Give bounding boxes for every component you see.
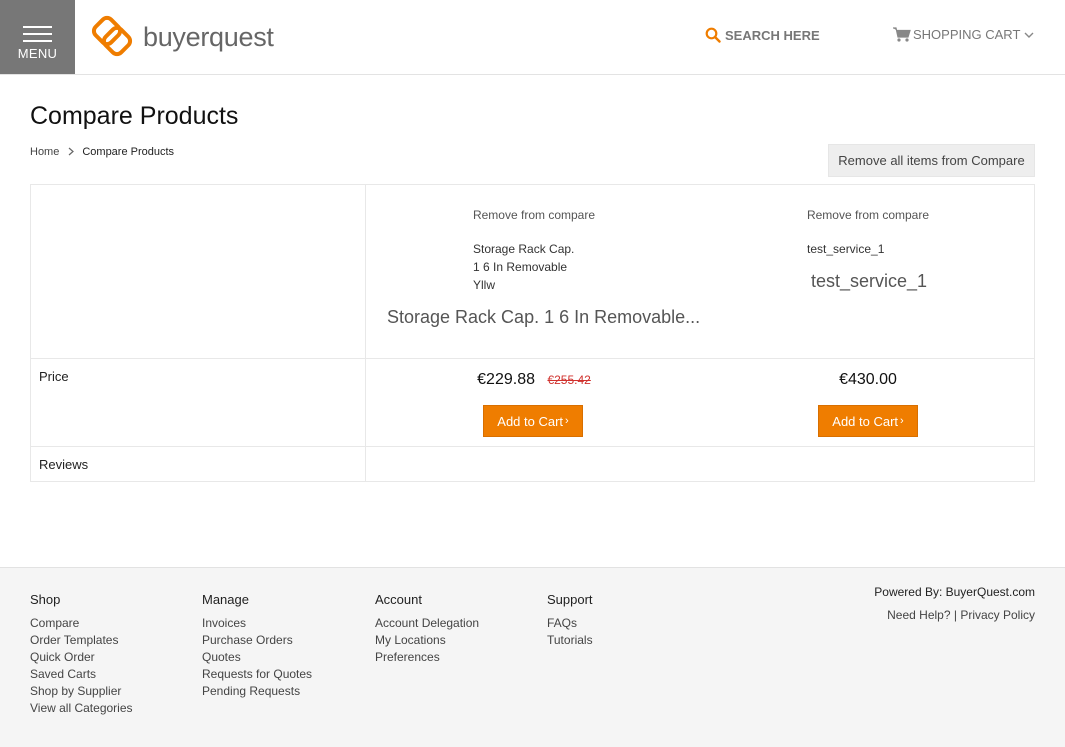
footer-link[interactable]: Quotes — [202, 649, 312, 666]
price-block: €430.00 — [701, 371, 1035, 389]
row-divider — [31, 446, 1034, 447]
chevron-down-icon — [1024, 32, 1034, 38]
product-name[interactable]: Storage Rack Cap. 1 6 In Removable... — [387, 307, 700, 328]
footer-heading: Manage — [202, 592, 249, 607]
footer-link[interactable]: View all Categories — [30, 700, 133, 717]
logo[interactable]: buyerquest — [90, 13, 274, 61]
footer-link[interactable]: Quick Order — [30, 649, 133, 666]
page-title: Compare Products — [30, 102, 239, 130]
chevron-right-icon: › — [565, 415, 569, 427]
product-short-name-line: Storage Rack Cap. — [473, 242, 575, 256]
site-footer: Shop Compare Order Templates Quick Order… — [0, 567, 1065, 747]
help-links: Need Help? | Privacy Policy — [887, 608, 1035, 622]
product-short-name-line: 1 6 In Removable — [473, 260, 568, 274]
price-row-label: Price — [39, 369, 69, 384]
footer-link[interactable]: Purchase Orders — [202, 632, 312, 649]
cart-icon — [893, 27, 911, 42]
search-icon — [705, 27, 721, 43]
help-separator: | — [953, 608, 957, 622]
footer-link[interactable]: Shop by Supplier — [30, 683, 133, 700]
product-price: €430.00 — [839, 371, 897, 388]
menu-button[interactable]: MENU — [0, 0, 75, 74]
breadcrumb-current: Compare Products — [82, 146, 175, 158]
label-column — [31, 185, 366, 481]
add-to-cart-button[interactable]: Add to Cart › — [818, 405, 918, 437]
row-divider — [31, 358, 1034, 359]
chevron-right-icon — [68, 145, 75, 159]
reviews-row-label: Reviews — [39, 457, 89, 472]
product-short-name-line: test_service_1 — [807, 242, 885, 256]
menu-label: MENU — [17, 46, 58, 61]
powered-by[interactable]: Powered By: BuyerQuest.com — [874, 585, 1035, 599]
price-block: €229.88 €255.42 — [367, 371, 701, 389]
add-to-cart-button[interactable]: Add to Cart › — [483, 405, 583, 437]
need-help-link[interactable]: Need Help? — [887, 608, 950, 622]
shopping-cart-button[interactable]: SHOPPING CART — [893, 27, 1036, 42]
remove-from-compare-link[interactable]: Remove from compare — [367, 208, 701, 222]
privacy-policy-link[interactable]: Privacy Policy — [960, 608, 1035, 622]
footer-link[interactable]: Saved Carts — [30, 666, 133, 683]
footer-heading: Support — [547, 592, 593, 607]
product-old-price: €255.42 — [547, 373, 591, 387]
search-button[interactable]: SEARCH HERE — [705, 27, 820, 43]
search-label: SEARCH HERE — [725, 27, 820, 43]
remove-all-button[interactable]: Remove all items from Compare — [828, 144, 1035, 177]
product-short-name[interactable]: Storage Rack Cap. 1 6 In Removable Yllw — [473, 240, 574, 294]
product-short-name-line: Yllw — [473, 278, 496, 292]
footer-link[interactable]: Compare — [30, 615, 133, 632]
cart-label: SHOPPING CART — [913, 27, 1021, 42]
breadcrumb: Home Compare Products — [30, 145, 174, 159]
footer-link[interactable]: Invoices — [202, 615, 312, 632]
hamburger-icon — [23, 26, 52, 47]
footer-link[interactable]: Order Templates — [30, 632, 133, 649]
site-header: MENU buyerquest SEARCH HERE SHOPPING CAR… — [0, 0, 1065, 75]
footer-link[interactable]: Pending Requests — [202, 683, 312, 700]
footer-link[interactable]: Tutorials — [547, 632, 593, 649]
footer-link[interactable]: FAQs — [547, 615, 593, 632]
buyerquest-logo-icon — [91, 15, 133, 57]
breadcrumb-home-link[interactable]: Home — [30, 146, 59, 158]
product-price: €229.88 — [477, 371, 535, 388]
remove-from-compare-link[interactable]: Remove from compare — [701, 208, 1035, 222]
footer-column-shop: Shop Compare Order Templates Quick Order… — [30, 592, 133, 717]
footer-heading: Account — [375, 592, 422, 607]
footer-link[interactable]: Account Delegation — [375, 615, 479, 632]
logo-text: buyerquest — [143, 21, 274, 52]
compare-table: Price Reviews Remove from compare Storag… — [30, 184, 1035, 482]
footer-heading: Shop — [30, 592, 61, 607]
footer-column-support: Support FAQs Tutorials — [547, 592, 593, 649]
add-to-cart-label: Add to Cart — [497, 413, 564, 429]
footer-link[interactable]: Preferences — [375, 649, 479, 666]
product-name[interactable]: test_service_1 — [811, 271, 927, 292]
footer-column-manage: Manage Invoices Purchase Orders Quotes R… — [202, 592, 312, 700]
add-to-cart-label: Add to Cart — [832, 413, 899, 429]
footer-column-account: Account Account Delegation My Locations … — [375, 592, 479, 666]
product-short-name[interactable]: test_service_1 — [807, 240, 884, 258]
footer-link[interactable]: Requests for Quotes — [202, 666, 312, 683]
chevron-right-icon: › — [900, 415, 904, 427]
footer-link[interactable]: My Locations — [375, 632, 479, 649]
